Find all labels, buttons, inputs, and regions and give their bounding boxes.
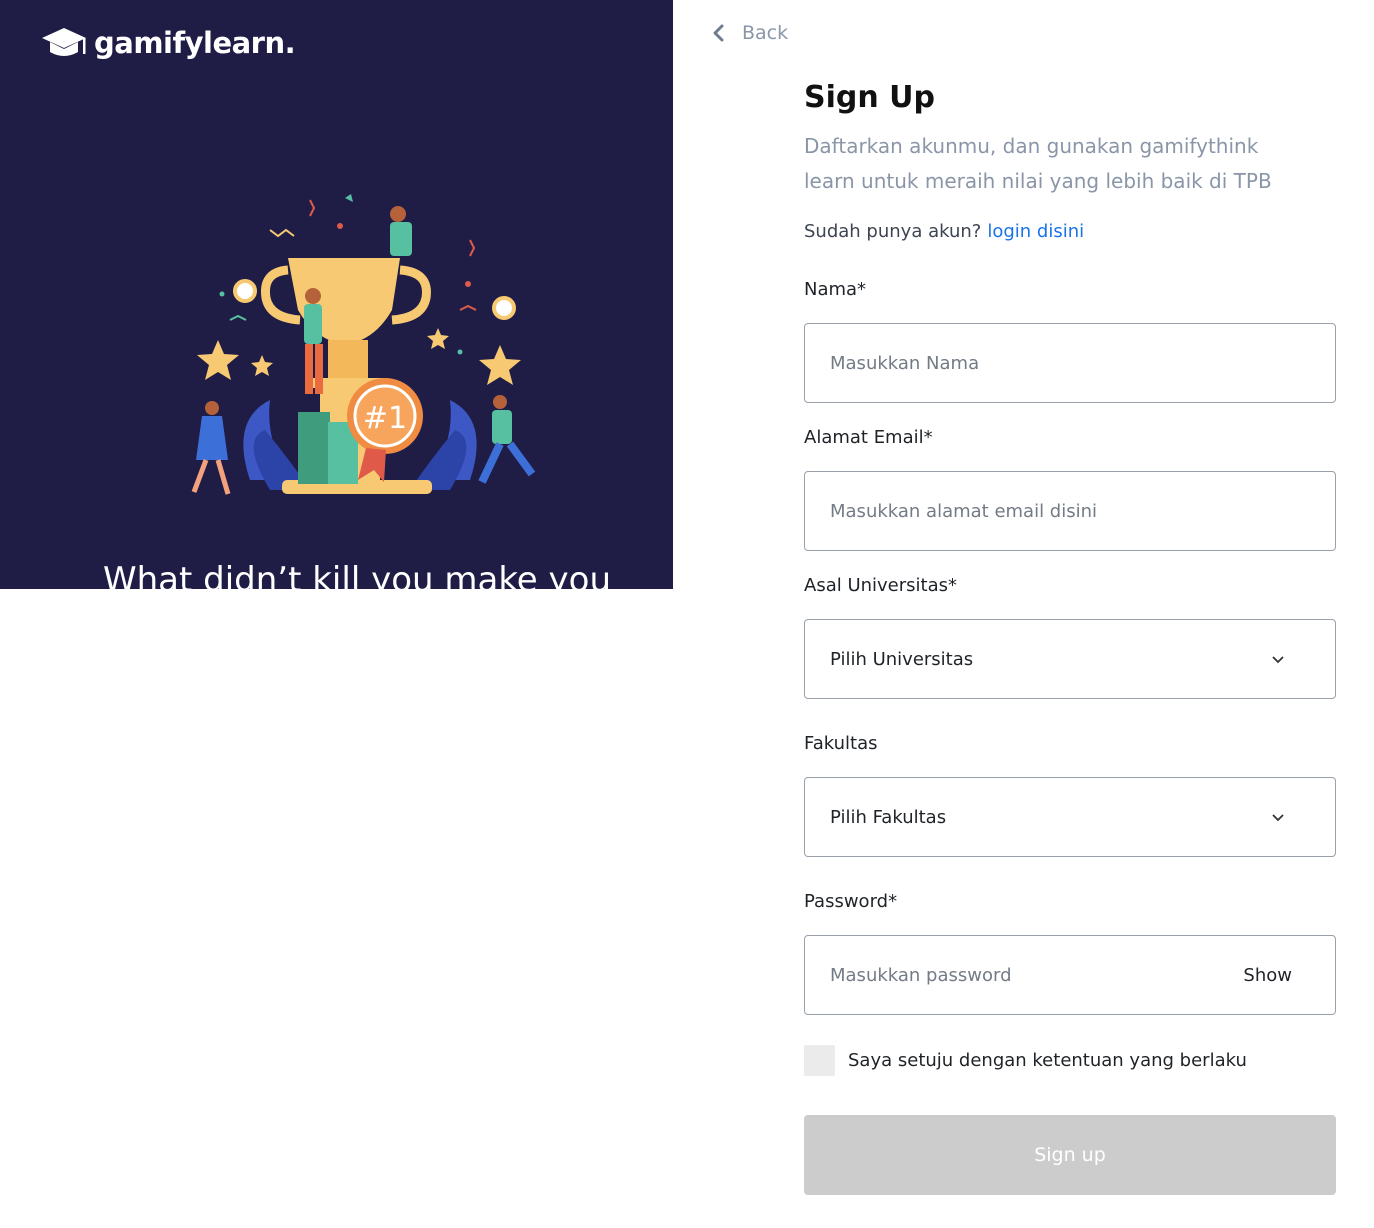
university-label: Asal Universitas*	[804, 575, 957, 596]
password-input[interactable]	[830, 964, 1244, 986]
chevron-down-icon	[1272, 814, 1284, 822]
login-link[interactable]: login disini	[987, 221, 1084, 242]
university-select[interactable]: Pilih Universitas	[804, 619, 1336, 699]
university-select-value: Pilih Universitas	[830, 648, 974, 670]
name-label: Nama*	[804, 279, 867, 300]
login-prompt-row: Sudah punya akun? login disini	[804, 221, 1336, 242]
back-button[interactable]: Back	[712, 22, 788, 44]
page-subtitle: Daftarkan akunmu, dan gunakan gamifythin…	[804, 134, 1272, 193]
agree-label: Saya setuju dengan ketentuan yang berlak…	[848, 1050, 1247, 1071]
password-field[interactable]: Show	[804, 935, 1336, 1015]
page-title: Sign Up	[804, 80, 936, 115]
chevron-left-icon	[713, 24, 724, 42]
faculty-select-value: Pilih Fakultas	[830, 806, 947, 828]
agree-checkbox[interactable]	[804, 1045, 835, 1076]
brand-name: gamifylearn.	[94, 26, 296, 60]
name-field[interactable]	[804, 323, 1336, 403]
chevron-down-icon	[1272, 656, 1284, 664]
email-label: Alamat Email*	[804, 427, 933, 448]
signup-button[interactable]: Sign up	[804, 1115, 1336, 1195]
brand-logo[interactable]: gamifylearn.	[40, 24, 296, 62]
name-input[interactable]	[830, 352, 1310, 374]
hero-tagline: What didn’t kill you make you	[103, 560, 611, 589]
hero-panel: gamifylearn. #1 What didn’t kill you mak…	[0, 0, 673, 589]
faculty-label: Fakultas	[804, 733, 878, 754]
back-label: Back	[742, 22, 789, 44]
faculty-select[interactable]: Pilih Fakultas	[804, 777, 1336, 857]
medal-number: #1	[363, 401, 407, 436]
email-input[interactable]	[830, 500, 1310, 522]
graduation-cap-icon	[42, 28, 86, 56]
signup-form: Sign Up Daftarkan akunmu, dan gunakan ga…	[804, 80, 1336, 1195]
trophy-illustration: #1	[191, 194, 536, 495]
show-password-toggle[interactable]: Show	[1243, 965, 1292, 986]
email-field[interactable]	[804, 471, 1336, 551]
password-label: Password*	[804, 891, 898, 912]
agree-row: Saya setuju dengan ketentuan yang berlak…	[804, 1045, 1336, 1076]
login-prompt: Sudah punya akun?	[804, 221, 982, 242]
